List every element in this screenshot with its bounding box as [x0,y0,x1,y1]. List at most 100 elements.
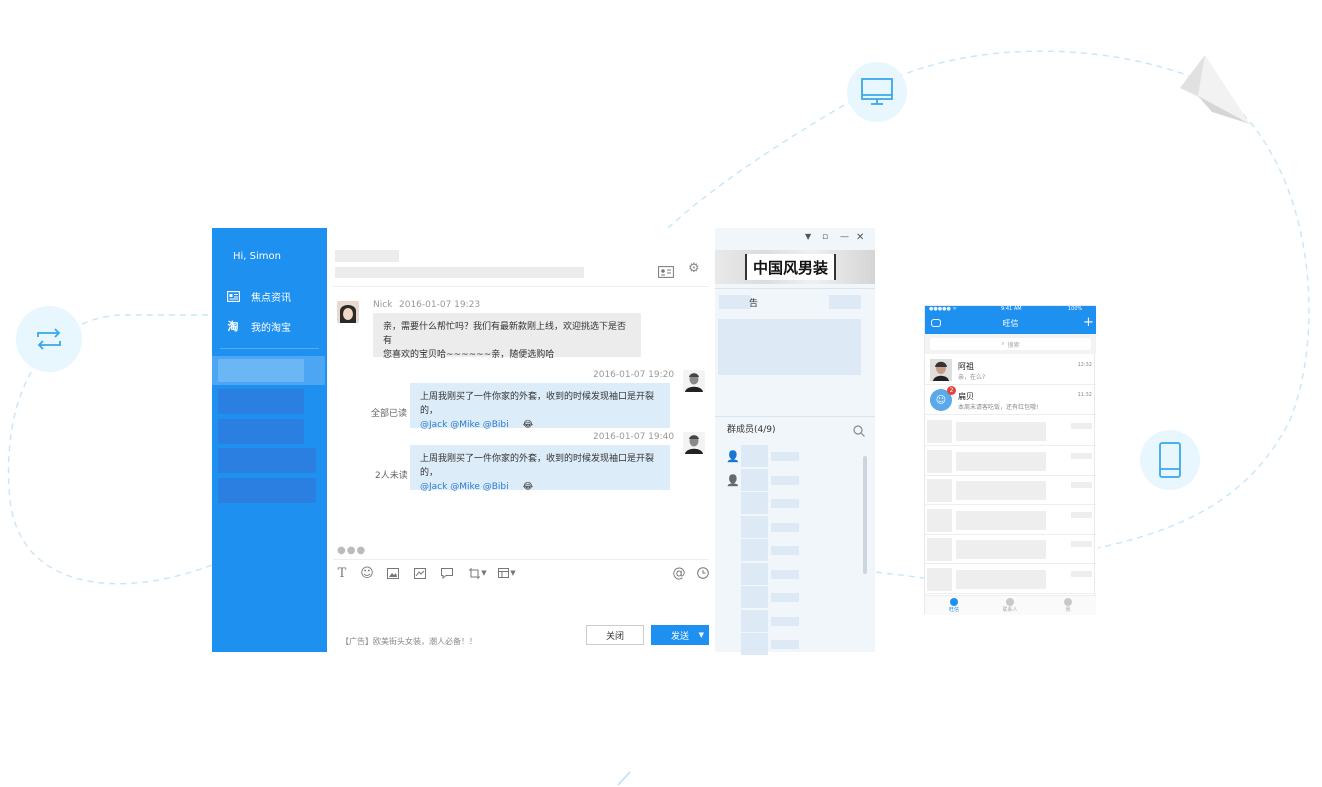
member-avatar-placeholder[interactable] [741,468,768,491]
sidebar-item-news[interactable]: 焦点资讯 [226,287,291,305]
avatar[interactable] [683,370,705,392]
taobao-icon: 淘 [227,320,239,333]
tab-placeholder[interactable] [829,295,861,309]
read-status[interactable]: 2人未读 [375,468,408,481]
message-text: 上周我刚买了一件你家的外套，收到的时候发现袖口是开裂的， [420,392,655,416]
mobile-phone-icon [1140,430,1200,490]
emoji-icon[interactable]: ☺ [360,566,374,581]
sidebar-item-label: 我的淘宝 [251,322,291,334]
member-avatar-placeholder[interactable] [741,539,768,561]
sidebar-divider [220,348,319,349]
sidebar: Hi, Simon 焦点资讯 淘 我的淘宝 [212,228,327,652]
showcase-canvas: Hi, Simon 焦点资讯 淘 我的淘宝 ⚙ Nick 2016-01-07 … [0,0,1322,787]
conversation-row-placeholder[interactable] [925,506,1096,535]
sync-arrows-icon [16,306,82,372]
message-bubble-outgoing: 上周我刚买了一件你家的外套，收到的时候发现袖口是开裂的， @Jack @Mike… [410,445,670,492]
conversation-row-placeholder[interactable] [925,535,1096,564]
send-button[interactable]: 发送 ▼ [651,625,709,645]
battery-level: 100% [1068,306,1083,312]
conversation-row-placeholder[interactable] [925,417,1096,446]
tab-contacts[interactable]: 联系人 [999,598,1021,613]
news-icon [226,290,240,302]
sidebar-item-my-taobao[interactable]: 淘 我的淘宝 [226,317,292,335]
phone-screen: ●●●●● ᯤ 9:41 AM 100% 旺信 + ⌕ 搜索 阿祖 亲，在么? 1… [924,305,1096,615]
tab-label[interactable]: 告 [749,296,758,309]
person-icon [1006,598,1014,606]
mention-links[interactable]: @Jack @Mike @Bibi [420,420,509,430]
member-avatar-placeholder[interactable] [741,633,768,655]
contact-name: 扁贝 [958,392,974,401]
phone-search-input[interactable]: ⌕ 搜索 [930,338,1091,350]
ad-text[interactable]: 【广告】欧美街头女装，潮人必备！！ [341,636,477,647]
tab-wangxin[interactable]: 旺信 [943,598,965,613]
sidebar-item-label: 焦点资讯 [251,292,291,304]
message-icon[interactable] [440,566,454,580]
close-button[interactable]: 关闭 [586,625,644,645]
conversation-row-placeholder[interactable] [925,565,1096,594]
avatar[interactable] [683,432,705,454]
minimize-icon[interactable]: — [840,232,849,242]
search-icon[interactable] [853,422,865,437]
chat-subtitle-placeholder [335,267,584,278]
member-avatar-placeholder[interactable] [741,492,768,514]
member-name-placeholder [771,616,799,626]
conversation-row-placeholder[interactable] [925,476,1096,505]
sidebar-item-placeholder[interactable] [218,448,316,473]
message-bubble-outgoing: 上周我刚买了一件你家的外套，收到的时候发现袖口是开裂的， @Jack @Mike… [410,383,670,430]
sidebar-item-placeholder[interactable] [218,478,316,503]
avatar[interactable] [337,301,359,323]
members-scrollbar[interactable] [863,456,867,574]
conversation-row[interactable]: ☺ 2 扁贝 本周末请客吃饭，还有红包哦! 11:32 [925,386,1096,415]
phone-tabbar: 旺信 联系人 我 [925,595,1096,615]
conversation-row-placeholder[interactable] [925,447,1096,476]
image-icon[interactable] [386,566,400,580]
message-time: 2016-01-07 19:23 [399,300,481,310]
message-time: 2016-01-07 19:40 [593,432,675,442]
contact-card-icon[interactable] [658,263,674,278]
clock-icon[interactable] [696,566,710,580]
desktop-icon [847,62,907,122]
status-time: 9:41 AM [1001,306,1022,312]
add-icon[interactable]: + [1083,315,1094,330]
member-name-placeholder [771,452,799,461]
search-placeholder: 搜索 [1007,341,1020,349]
conversation-row[interactable]: 阿祖 亲，在么? 12:32 [925,356,1096,385]
close-icon[interactable]: ✕ [856,232,864,243]
member-name-placeholder [771,499,799,508]
tab-placeholder[interactable] [719,295,751,309]
member-avatar-placeholder[interactable] [741,586,768,608]
maximize-icon[interactable]: ▫ [822,232,828,242]
chat-bubble-icon [950,598,958,606]
table-dropdown-icon[interactable]: ▼ [496,566,518,580]
message-time: 2016-01-07 19:20 [593,370,675,380]
sidebar-item-placeholder[interactable] [218,389,304,414]
phone-title: 旺信 [1002,319,1019,328]
read-status[interactable]: 全部已读 [371,406,407,419]
member-online-icon: 👤 [726,450,740,463]
avatar [930,359,952,381]
member-avatar-placeholder[interactable] [741,609,768,632]
more-dots-icon[interactable]: ●●● [337,545,366,556]
send-button-label: 发送 [671,631,690,642]
dropdown-icon[interactable]: ▼ [805,232,811,241]
message-text: 上周我刚买了一件你家的外套，收到的时候发现袖口是开裂的， [420,454,655,478]
member-avatar-placeholder[interactable] [741,445,768,467]
at-mention-icon[interactable]: @ [672,566,686,581]
tab-label: 旺信 [948,607,959,613]
message-bubble-incoming: 亲，需要什么帮忙吗？我们有最新款刚上线，欢迎挑选下是否有 您喜欢的宝贝哈~~~~… [373,313,641,360]
tab-me[interactable]: 我 [1057,598,1079,613]
crop-dropdown-icon[interactable]: ▼ [468,566,488,580]
gear-icon[interactable]: ⚙ [688,262,702,276]
screenshot-icon[interactable] [413,566,427,580]
group-panel: ▼ ▫ — ✕ 中国风男装 告 群成员(4/9) 👤 👤 [715,228,875,655]
send-options-chevron-icon[interactable]: ▼ [699,631,704,639]
members-divider [715,416,875,417]
sidebar-item-placeholder[interactable] [218,419,304,444]
mention-links[interactable]: @Jack @Mike @Bibi [420,482,509,492]
member-avatar-placeholder[interactable] [741,562,768,585]
chat-window: ⚙ Nick 2016-01-07 19:23 亲，需要什么帮忙吗？我们有最新款… [327,228,713,652]
member-avatar-placeholder[interactable] [741,515,768,538]
chat-title-placeholder [335,250,399,262]
font-icon[interactable]: T [335,566,349,581]
contact-preview: 亲，在么? [958,374,986,381]
